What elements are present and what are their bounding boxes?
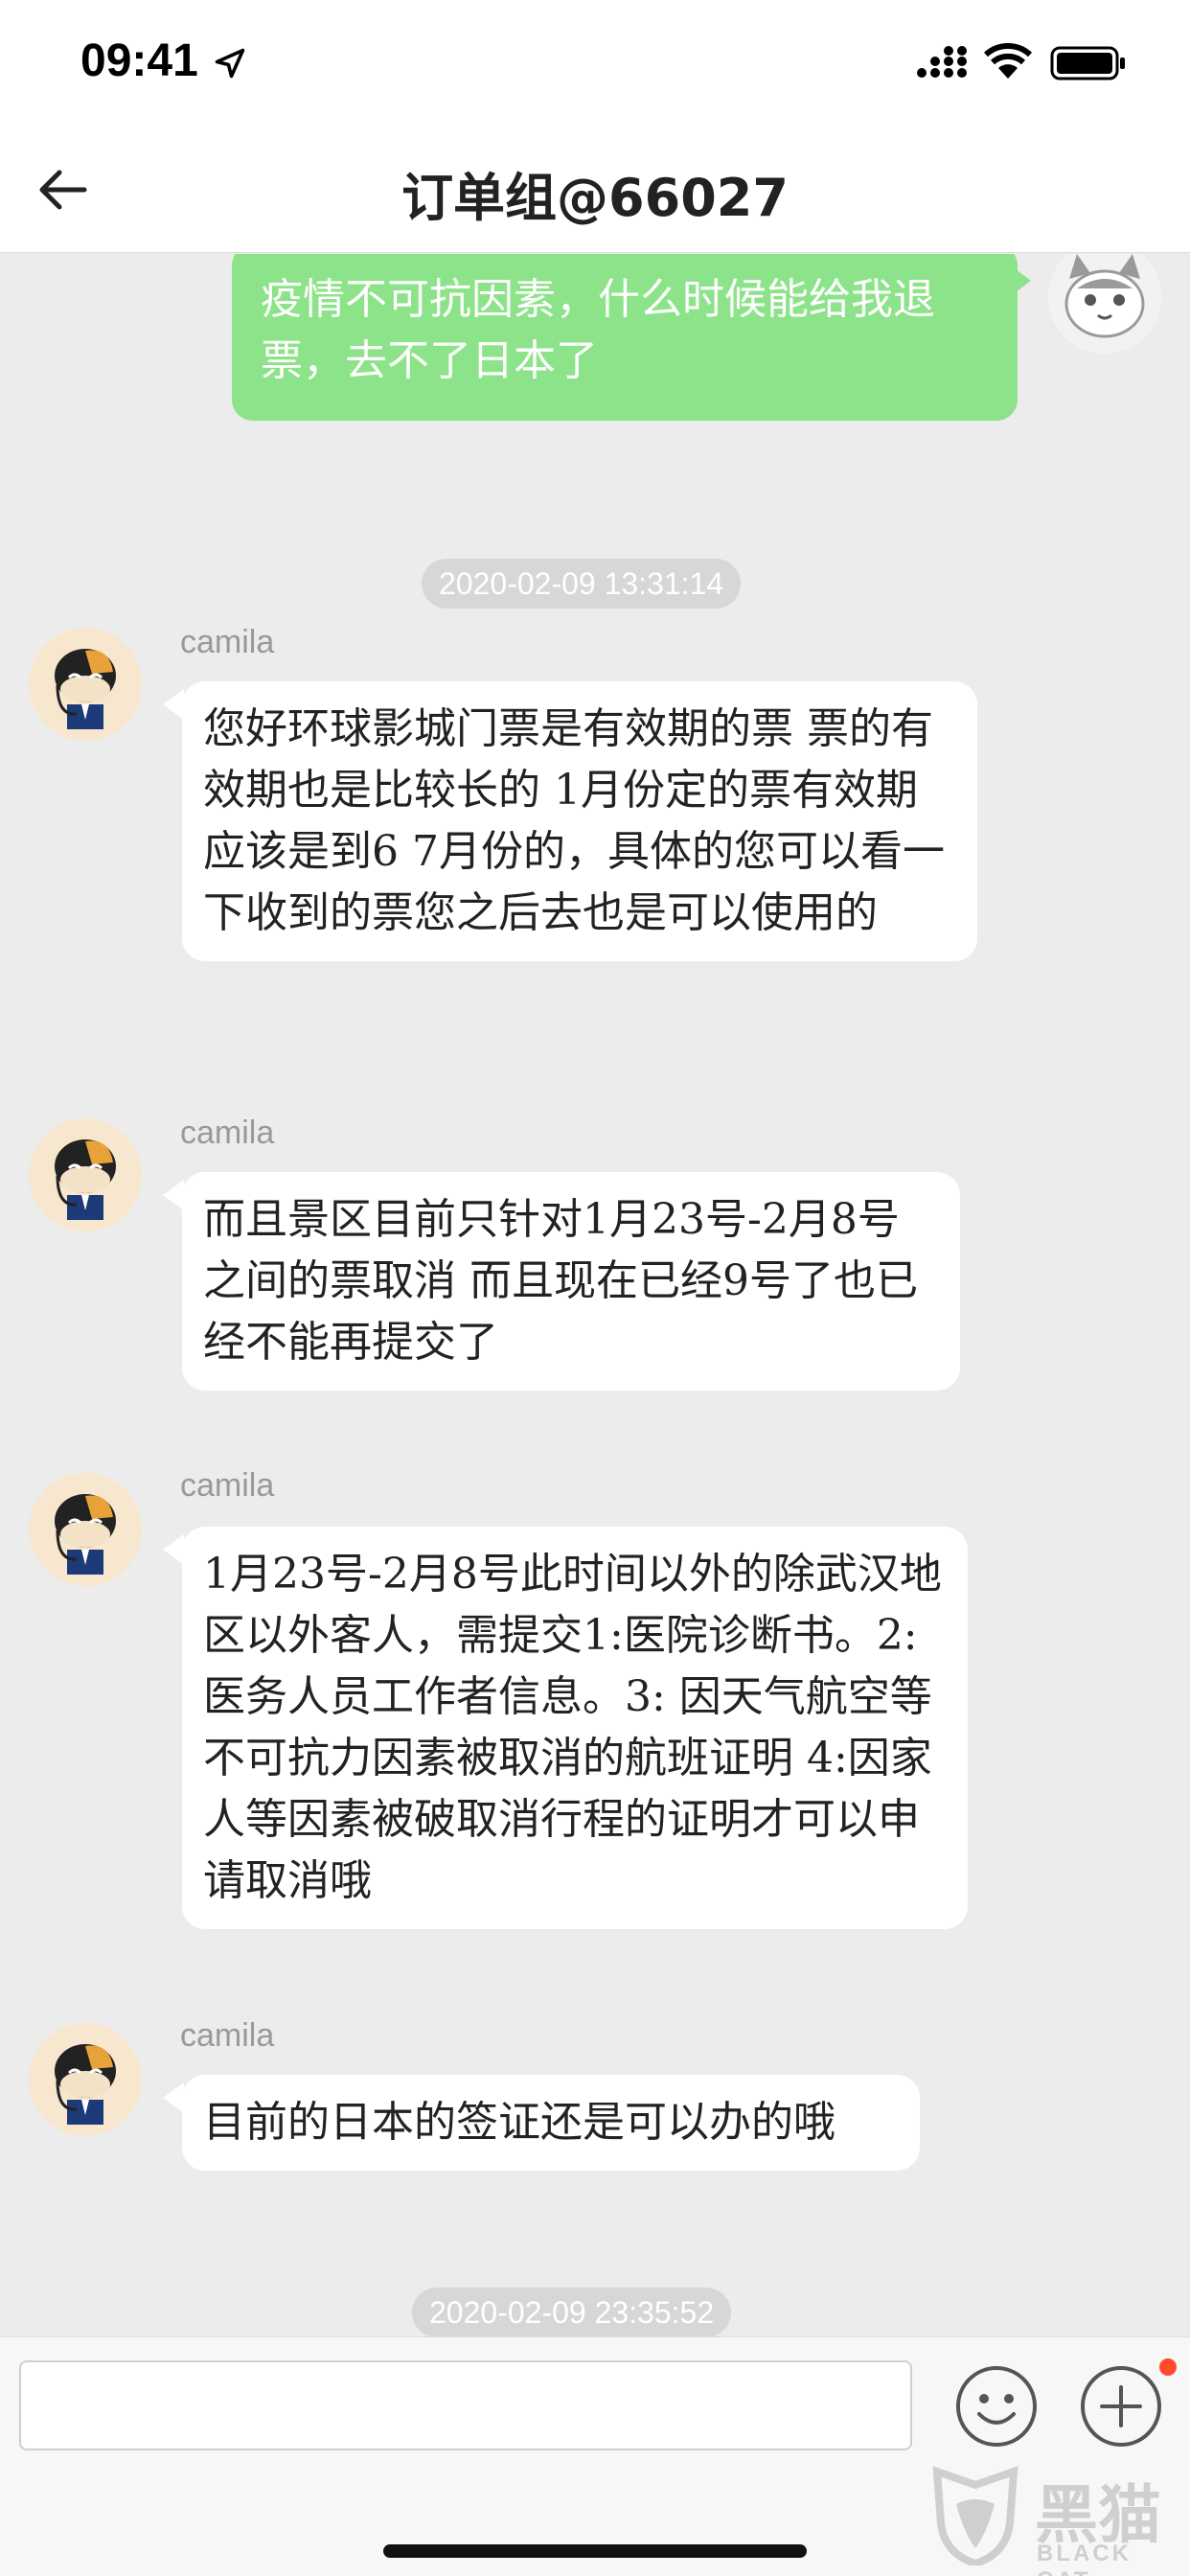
incoming-bubble-tail [163, 689, 184, 720]
outgoing-bubble-tail [1008, 264, 1031, 298]
sender-name: camila [180, 1467, 275, 1504]
user-avatar[interactable] [1048, 254, 1161, 354]
cellular-signal-icon [917, 46, 967, 78]
cat-avatar-icon [1048, 254, 1161, 354]
timestamp-pill: 2020-02-09 23:35:52 [412, 2288, 732, 2336]
cow-agent-avatar-icon [29, 1473, 142, 1586]
incoming-bubble-tail [163, 1534, 184, 1565]
incoming-message-bubble[interactable]: 目前的日本的签证还是可以办的哦 [182, 2075, 920, 2171]
incoming-bubble-tail [163, 2082, 184, 2113]
notification-dot [1159, 2358, 1177, 2376]
incoming-bubble-tail [163, 1180, 184, 1210]
message-input[interactable] [19, 2360, 912, 2450]
input-bar: 黑猫 BLACK CAT [0, 2336, 1190, 2576]
page-title: 订单组@66027 [401, 168, 789, 228]
incoming-message-bubble[interactable]: 而且景区目前只针对1月23号-2月8号之间的票取消 而且现在已经9号了也已经不能… [182, 1172, 960, 1391]
status-bar: 09:41 [0, 0, 1190, 126]
plus-icon[interactable] [1079, 2364, 1163, 2449]
location-arrow-icon [215, 48, 245, 79]
timestamp-pill: 2020-02-09 13:31:14 [422, 559, 742, 609]
cow-agent-avatar-icon [29, 628, 142, 741]
home-indicator[interactable] [383, 2544, 807, 2558]
status-time: 09:41 [80, 35, 198, 86]
incoming-message-bubble[interactable]: 1月23号-2月8号此时间以外的除武汉地区以外客人，需提交1:医院诊断书。2: … [182, 1527, 968, 1929]
sender-name: camila [180, 1115, 275, 1151]
agent-avatar[interactable] [29, 2023, 142, 2136]
emoji-icon[interactable] [954, 2364, 1039, 2449]
sender-name: camila [180, 624, 275, 660]
watermark: 黑猫 BLACK CAT [927, 2462, 1186, 2576]
battery-icon [1050, 46, 1125, 80]
outgoing-message-bubble[interactable]: 疫情不可抗因素，什么时候能给我退票，去不了日本了 [232, 254, 1018, 421]
agent-avatar[interactable] [29, 1118, 142, 1231]
agent-avatar[interactable] [29, 1473, 142, 1586]
cow-agent-avatar-icon [29, 2023, 142, 2136]
incoming-message-bubble[interactable]: 您好环球影城门票是有效期的票 票的有效期也是比较长的 1月份定的票有效期应该是到… [182, 681, 977, 961]
nav-bar: 订单组@66027 [0, 126, 1190, 253]
message-list[interactable]: 疫情不可抗因素，什么时候能给我退票，去不了日本了 2020-02-09 13:3… [0, 254, 1190, 2336]
black-cat-logo-icon [932, 2466, 1018, 2565]
cow-agent-avatar-icon [29, 1118, 142, 1231]
agent-avatar[interactable] [29, 628, 142, 741]
wifi-icon [983, 43, 1033, 79]
sender-name: camila [180, 2017, 275, 2054]
watermark-en-text: BLACK CAT [1037, 2541, 1132, 2576]
